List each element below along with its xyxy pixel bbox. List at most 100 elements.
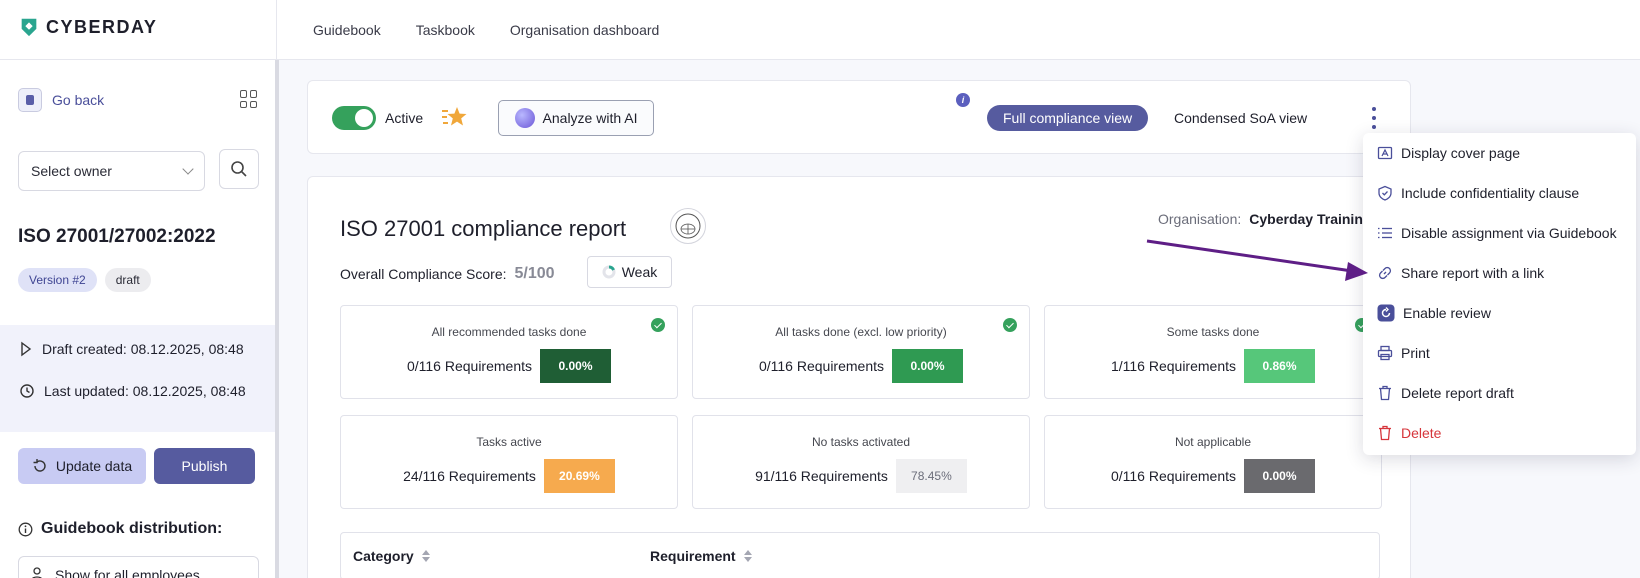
info-circle-icon [18, 522, 33, 536]
table-header: Category Requirement [340, 532, 1380, 578]
analyze-with-ai-label: Analyze with AI [542, 110, 638, 126]
menu-delete[interactable]: Delete [1377, 423, 1441, 443]
search-icon [231, 161, 247, 177]
info-icon[interactable]: i [956, 93, 970, 107]
score-label: Overall Compliance Score: [340, 266, 507, 282]
menu-item-label: Share report with a link [1401, 265, 1545, 281]
owner-select[interactable]: Select owner [18, 151, 205, 191]
last-updated-row: Last updated: 08.12.2025, 08:48 [20, 383, 246, 399]
menu-item-label: Delete report draft [1401, 385, 1514, 401]
tile-row: 1/116 Requirements 0.86% [1045, 349, 1381, 383]
cyberday-logo-icon [21, 18, 37, 37]
owner-select-label: Select owner [31, 163, 112, 179]
menu-include-confidentiality[interactable]: Include confidentiality clause [1377, 183, 1579, 203]
column-header-category-label: Category [353, 548, 414, 564]
check-circle-icon [1003, 318, 1017, 332]
summary-tile: Some tasks done 1/116 Requirements 0.86% [1044, 305, 1382, 399]
iso-seal-icon [670, 208, 706, 244]
tile-label: Tasks active [476, 435, 542, 449]
tile-percentage: 0.00% [892, 349, 964, 383]
tile-percentage: 20.69% [543, 459, 615, 493]
check-circle-icon [651, 318, 665, 332]
sort-icon [743, 550, 752, 562]
guidebook-distribution-label: Guidebook distribution: [41, 520, 223, 537]
report-options-menu: Display cover page Include confidentiali… [1363, 133, 1636, 455]
brand-logo[interactable]: CYBERDAY [18, 16, 157, 38]
tile-row: 0/116 Requirements 0.00% [341, 349, 677, 383]
tile-requirements: 91/116 Requirements [755, 468, 888, 484]
menu-item-label: Disable assignment via Guidebook [1401, 225, 1617, 241]
list-icon [1378, 227, 1392, 239]
compliance-report-card: ISO 27001 compliance report Organisation… [307, 176, 1411, 578]
analyze-with-ai-button[interactable]: Analyze with AI [498, 100, 654, 136]
sort-icon [421, 550, 430, 562]
report-toolbar: Active Analyze with AI i Full compliance… [307, 80, 1411, 154]
refresh-icon [33, 459, 46, 472]
last-updated-value: 08.12.2025, 08:48 [132, 383, 246, 399]
active-toggle[interactable] [332, 106, 376, 130]
nav-organisation-dashboard[interactable]: Organisation dashboard [510, 22, 659, 38]
distribution-select[interactable]: Show for all employees [18, 556, 259, 578]
grid-view-icon[interactable] [240, 90, 258, 108]
review-icon [1377, 304, 1395, 322]
tile-percentage: 0.86% [1244, 349, 1316, 383]
tile-row: 0/116 Requirements 0.00% [1045, 459, 1381, 493]
update-data-button[interactable]: Update data [18, 448, 146, 484]
tile-percentage: 0.00% [540, 349, 612, 383]
progress-ring-icon [602, 265, 616, 279]
search-button[interactable] [219, 149, 259, 189]
users-icon [32, 567, 42, 578]
trash-red-icon [1379, 425, 1391, 441]
tile-requirements: 0/116 Requirements [1110, 468, 1237, 484]
summary-tile: Not applicable 0/116 Requirements 0.00% [1044, 415, 1382, 509]
menu-share-report-link[interactable]: Share report with a link [1377, 263, 1544, 283]
go-back-label: Go back [52, 92, 105, 108]
update-data-label: Update data [55, 458, 133, 474]
nav-guidebook[interactable]: Guidebook [313, 22, 381, 38]
sidebar-scrollbar[interactable] [275, 60, 279, 578]
star-priority-icon[interactable] [441, 105, 467, 129]
summary-tile: Tasks active 24/116 Requirements 20.69% [340, 415, 678, 509]
sidebar: CYBERDAY Go back Select owner ISO 27001/… [0, 0, 277, 578]
cover-page-icon [1377, 146, 1393, 160]
top-navigation: Guidebook Taskbook Organisation dashboar… [277, 0, 1640, 60]
nav-taskbook[interactable]: Taskbook [416, 22, 475, 38]
go-back-link[interactable]: Go back [18, 88, 104, 112]
menu-item-label: Delete [1401, 425, 1442, 441]
tile-row: 91/116 Requirements 78.45% [693, 459, 1029, 493]
score-rating-badge: Weak [587, 256, 672, 288]
draft-created-row: Draft created: 08.12.2025, 08:48 [20, 341, 244, 357]
more-options-icon[interactable] [1371, 107, 1377, 129]
version-badge: Version #2 [18, 268, 97, 292]
column-header-category[interactable]: Category [353, 548, 650, 564]
condensed-soa-view-tab[interactable]: Condensed SoA view [1174, 110, 1307, 126]
clock-icon [20, 384, 34, 398]
shield-icon [1378, 185, 1392, 201]
score-value: 5/100 [514, 265, 555, 282]
full-compliance-view-tab[interactable]: Full compliance view [987, 105, 1149, 131]
link-icon [1378, 266, 1392, 280]
last-updated-label: Last updated: [44, 383, 129, 399]
menu-delete-report-draft[interactable]: Delete report draft [1377, 383, 1514, 403]
badge-group: Version #2 draft [18, 268, 151, 292]
tile-percentage: 0.00% [1244, 459, 1316, 493]
menu-print[interactable]: Print [1377, 343, 1430, 363]
menu-enable-review[interactable]: Enable review [1377, 303, 1491, 323]
publish-button[interactable]: Publish [154, 448, 255, 484]
menu-display-cover-page[interactable]: Display cover page [1377, 143, 1520, 163]
chevron-down-icon [182, 163, 194, 175]
compliance-score: Overall Compliance Score: 5/100 [340, 265, 555, 283]
score-rating-label: Weak [621, 264, 658, 280]
organisation-label: Organisation: [1158, 211, 1242, 227]
draft-created-label: Draft created: [42, 341, 127, 357]
status-badge: draft [104, 268, 151, 292]
printer-icon [1377, 345, 1393, 361]
summary-tile: All recommended tasks done 0/116 Requirem… [340, 305, 678, 399]
column-header-requirement-label: Requirement [650, 548, 736, 564]
column-header-requirement[interactable]: Requirement [650, 548, 752, 564]
tile-label: Not applicable [1174, 435, 1252, 449]
tile-label: All recommended tasks done [431, 325, 587, 339]
menu-disable-assignment[interactable]: Disable assignment via Guidebook [1377, 223, 1617, 243]
go-back-icon [18, 88, 42, 112]
report-title: ISO 27001 compliance report [340, 216, 627, 241]
